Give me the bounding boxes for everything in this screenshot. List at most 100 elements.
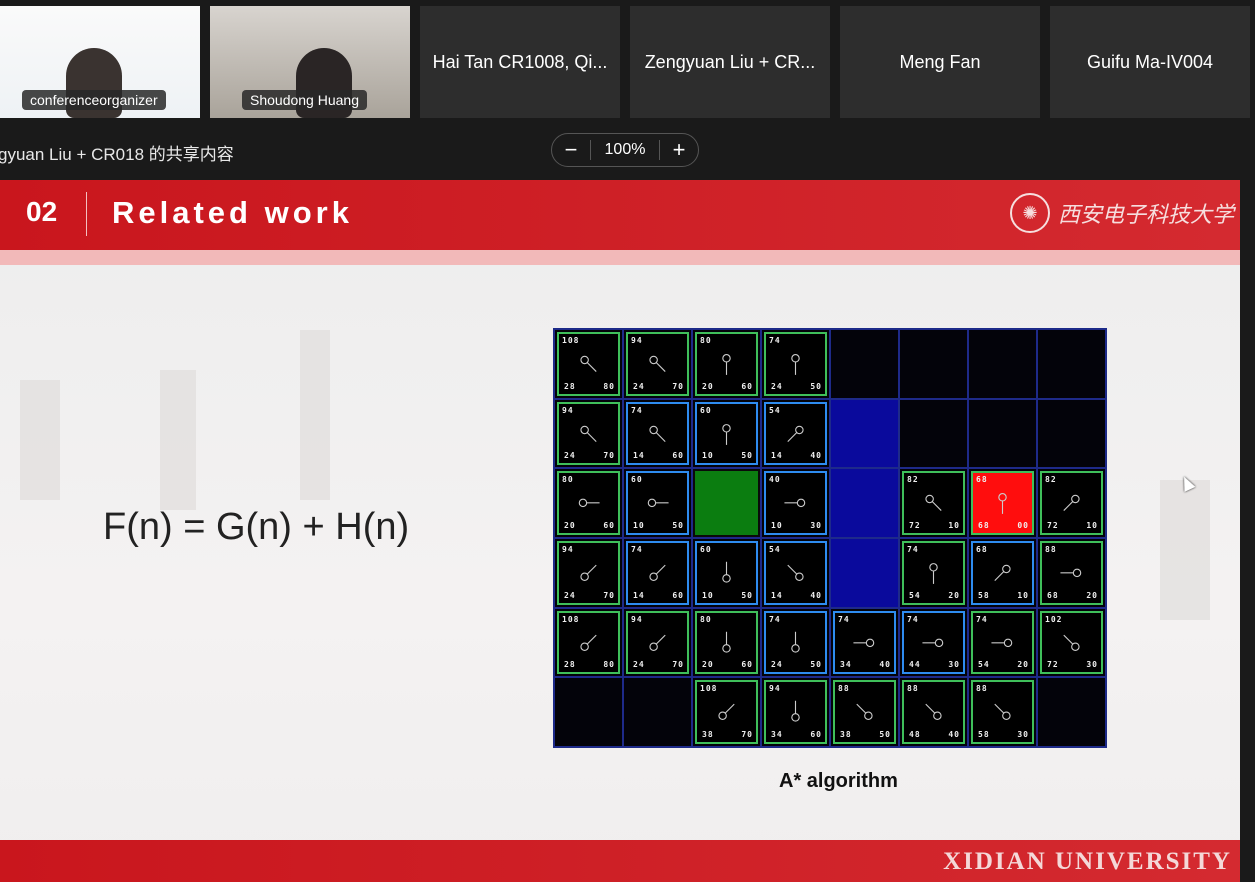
participant-tile[interactable]: Guifu Ma-IV004: [1050, 6, 1250, 118]
grid-cell-open: 94 24 70: [554, 398, 623, 469]
background-decoration: [1160, 480, 1210, 620]
seal-icon: ✺: [1010, 193, 1050, 233]
parent-pointer-icon: [1060, 568, 1082, 578]
grid-cell-open: 94 34 60: [761, 677, 830, 747]
parent-pointer-icon: [580, 634, 597, 651]
video-tile-conferenceorganizer[interactable]: conferenceorganizer: [0, 6, 200, 118]
grid-cell-open: 88 68 20: [1037, 537, 1106, 608]
parent-pointer-icon: [787, 425, 804, 442]
grid-cell-start: [692, 468, 761, 538]
background-decoration: [160, 370, 196, 510]
parent-pointer-icon: [649, 564, 666, 581]
cell-inner: 74 54 20: [902, 540, 965, 605]
share-label: gyuan Liu + CR018 的共享内容: [0, 145, 234, 164]
grid-cell-closed: 74 14 60: [623, 537, 692, 608]
parent-pointer-icon: [998, 493, 1007, 515]
grid-cell-closed: 60 10 50: [692, 537, 761, 608]
cell-inner: 94 34 60: [764, 680, 827, 744]
grid-cell-open: 74 54 20: [968, 607, 1037, 678]
shared-slide: 02 Related work ✺ 西安电子科技大学 F(n) = G(n) +…: [0, 180, 1240, 882]
parent-pointer-icon: [647, 498, 669, 508]
cell-inner: 88 48 40: [902, 680, 965, 744]
cell-inner: 88 58 30: [971, 680, 1034, 744]
grid-cell-empty: [968, 398, 1037, 469]
parent-pointer-icon: [649, 425, 666, 442]
parent-pointer-icon: [722, 631, 731, 653]
parent-pointer-icon: [853, 638, 875, 647]
grid-cell-open: 82 72 10: [1037, 468, 1106, 538]
cell-inner: 74 14 60: [626, 401, 689, 466]
grid-cell-closed: 60 10 50: [692, 398, 761, 469]
cell-inner: [695, 471, 758, 535]
participant-tile[interactable]: Meng Fan: [840, 6, 1040, 118]
grid-cell-empty: [1037, 398, 1106, 469]
participant-name: Zengyuan Liu + CR...: [644, 51, 816, 72]
grid-cell-open: 80 20 60: [554, 468, 623, 538]
section-number: 02: [26, 196, 58, 227]
footer-text: XIDIAN UNIVERSITY: [943, 848, 1232, 875]
cell-inner: 102 72 30: [1040, 610, 1103, 675]
background-decoration: [20, 380, 60, 500]
parent-pointer-icon: [856, 704, 873, 721]
parent-pointer-icon: [722, 561, 731, 583]
grid-cell-open: 74 54 20: [899, 537, 968, 608]
cell-inner: 74 24 50: [764, 610, 827, 675]
cell-inner: 80 20 60: [695, 610, 758, 675]
grid-cell-empty: [899, 329, 968, 399]
video-tile-shoudong-huang[interactable]: Shoudong Huang: [210, 6, 410, 118]
cell-inner: 74 54 20: [971, 610, 1034, 675]
grid-cell-open: 88 38 50: [830, 677, 899, 747]
grid-cell-closed: 40 10 30: [761, 468, 830, 538]
cell-inner: 94 24 70: [557, 540, 620, 605]
slide-footer: XIDIAN UNIVERSITY: [0, 840, 1240, 882]
header-strip: [0, 250, 1240, 265]
grid-cell-closed: 74 14 60: [623, 398, 692, 469]
grid-cell-open: 102 72 30: [1037, 607, 1106, 678]
participant-name: Hai Tan CR1008, Qi...: [432, 51, 608, 72]
participant-name: Guifu Ma-IV004: [1086, 51, 1214, 72]
participant-name: Meng Fan: [899, 51, 981, 72]
grid-cell-open: 94 24 70: [623, 329, 692, 399]
parent-pointer-icon: [994, 564, 1011, 581]
grid-cell-open: 74 24 50: [761, 329, 830, 399]
grid-cell-open: 80 20 60: [692, 329, 761, 399]
cell-inner: 54 14 40: [764, 540, 827, 605]
parent-pointer-icon: [925, 495, 942, 512]
cell-inner: 94 24 70: [557, 401, 620, 466]
formula: F(n) = G(n) + H(n): [103, 506, 410, 548]
grid-cell-open: 108 38 70: [692, 677, 761, 747]
cell-inner: 94 24 70: [626, 610, 689, 675]
cell-inner: 88 68 20: [1040, 540, 1103, 605]
zoom-out-button[interactable]: −: [552, 137, 590, 163]
participant-tile[interactable]: Zengyuan Liu + CR...: [630, 6, 830, 118]
grid-cell-closed: 74 24 50: [761, 607, 830, 678]
parent-pointer-icon: [791, 631, 800, 653]
cell-inner: 54 14 40: [764, 401, 827, 466]
logo-text: 西安电子科技大学: [1058, 203, 1235, 228]
grid-cell-wall: [830, 537, 899, 608]
slide-header: 02 Related work ✺ 西安电子科技大学: [0, 180, 1240, 250]
cell-inner: 80 20 60: [557, 471, 620, 535]
parent-pointer-icon: [994, 704, 1011, 721]
participant-name: Shoudong Huang: [242, 90, 367, 110]
parent-pointer-icon: [784, 498, 806, 508]
cell-inner: 94 24 70: [626, 332, 689, 396]
parent-pointer-icon: [718, 704, 735, 721]
zoom-in-button[interactable]: +: [660, 137, 698, 163]
grid-cell-open: 88 58 30: [968, 677, 1037, 747]
figure-caption: A* algorithm: [779, 770, 898, 792]
grid-cell-closed: 54 14 40: [761, 537, 830, 608]
cell-inner: 108 28 80: [557, 332, 620, 396]
grid-cell-open: 108 28 80: [554, 607, 623, 678]
grid-cell-empty: [554, 677, 623, 747]
background-decoration: [300, 330, 330, 500]
grid-cell-closed: 74 44 30: [899, 607, 968, 678]
slide-title: Related work: [112, 195, 353, 230]
grid-cell-open: 94 24 70: [554, 537, 623, 608]
grid-cell-closed: 68 58 10: [968, 537, 1037, 608]
cell-inner: 74 24 50: [764, 332, 827, 396]
participant-tile[interactable]: Hai Tan CR1008, Qi...: [420, 6, 620, 118]
grid-cell-empty: [899, 398, 968, 469]
grid-cell-open: 88 48 40: [899, 677, 968, 747]
cell-inner: 40 10 30: [764, 471, 827, 535]
